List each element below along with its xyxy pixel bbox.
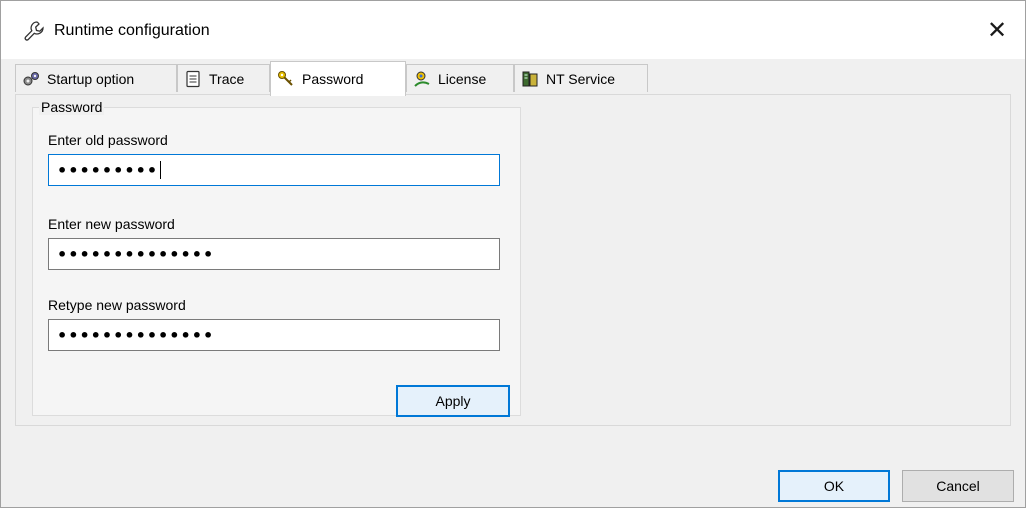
window-title: Runtime configuration xyxy=(54,22,210,39)
tab-label: Startup option xyxy=(47,70,135,87)
tab-nt-service[interactable]: NT Service xyxy=(514,64,648,92)
tab-label: Trace xyxy=(209,70,245,87)
apply-button-label: Apply xyxy=(435,393,471,409)
text-caret xyxy=(160,161,162,179)
cancel-button-label: Cancel xyxy=(936,478,980,494)
tab-password[interactable]: Password xyxy=(270,61,406,96)
tab-license[interactable]: License xyxy=(406,64,514,92)
apply-button[interactable]: Apply xyxy=(396,385,510,417)
group-title: Password xyxy=(39,99,105,115)
tab-label: License xyxy=(438,70,487,87)
retype-password-input[interactable]: •••••••••••••• xyxy=(48,319,500,351)
old-password-value: ••••••••• xyxy=(57,160,159,180)
tab-panel-password: Password Enter old password ••••••••• En… xyxy=(15,94,1011,426)
ok-button-label: OK xyxy=(823,478,845,494)
tab-label: Password xyxy=(302,71,364,87)
close-icon: ✕ xyxy=(986,16,1008,44)
tab-trace[interactable]: Trace xyxy=(177,64,270,92)
cancel-button[interactable]: Cancel xyxy=(902,470,1014,502)
server-icon xyxy=(522,71,538,86)
tab-label: NT Service xyxy=(546,70,615,87)
retype-password-value: •••••••••••••• xyxy=(57,325,215,345)
gears-icon xyxy=(23,71,39,85)
old-password-input[interactable]: ••••••••• xyxy=(48,154,500,186)
license-icon xyxy=(414,71,430,87)
new-password-value: •••••••••••••• xyxy=(57,244,215,264)
notepad-icon xyxy=(186,70,200,87)
new-password-input[interactable]: •••••••••••••• xyxy=(48,238,500,270)
title-bar: Runtime configuration ✕ xyxy=(1,1,1025,59)
wrench-icon xyxy=(24,21,44,41)
tab-startup-option[interactable]: Startup option xyxy=(15,64,177,92)
ok-button[interactable]: OK xyxy=(778,470,890,502)
retype-password-label: Retype new password xyxy=(48,297,186,313)
keys-icon xyxy=(278,71,293,86)
new-password-label: Enter new password xyxy=(48,216,175,232)
old-password-label: Enter old password xyxy=(48,132,168,148)
close-button[interactable]: ✕ xyxy=(969,1,1025,59)
runtime-configuration-dialog: Runtime configuration ✕ Startup option T… xyxy=(0,0,1026,508)
